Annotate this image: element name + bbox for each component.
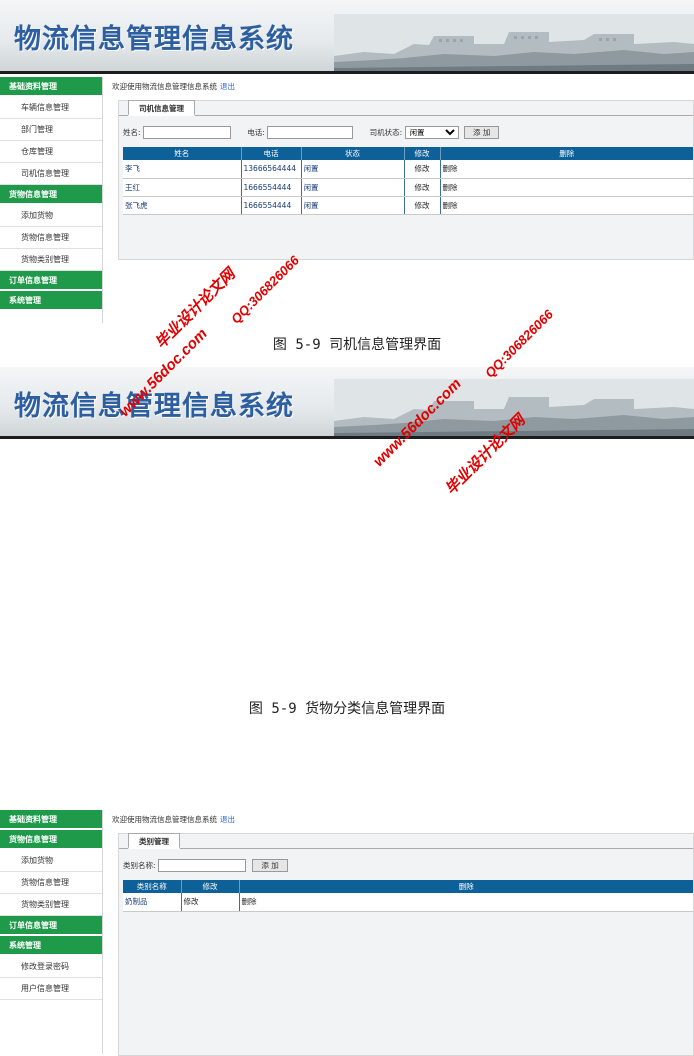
phone-input[interactable]	[267, 126, 354, 139]
sidebar-section-item-9[interactable]: 订单信息管理	[0, 271, 102, 291]
sidebar-section-item-0[interactable]: 基础资料管理	[0, 810, 102, 830]
edit-link[interactable]: 修改	[404, 196, 441, 215]
sidebar-section-item-6[interactable]: 系统管理	[0, 936, 102, 956]
driver-search-bar: 姓名: 电话: 司机状态: 闲置 添 加	[123, 126, 500, 139]
table-row: 张飞虎 1666554444 闲置 修改 删除	[123, 196, 693, 215]
logout-link[interactable]: 退出	[220, 82, 235, 91]
delete-link[interactable]: 删除	[440, 160, 693, 179]
table-cell: 1666554444	[241, 196, 302, 215]
tab-driver-management[interactable]: 司机信息管理	[128, 100, 195, 116]
column-header: 姓名	[123, 147, 242, 160]
sidebar-item-8[interactable]: 货物类别管理	[0, 249, 102, 271]
table-cell: 13666564444	[241, 160, 302, 179]
header-divider	[0, 71, 694, 74]
header-banner: 物流信息管理信息系统	[0, 367, 694, 439]
table-cell: 闲置	[301, 178, 405, 197]
welcome-text: 欢迎使用物流信息管理信息系统	[112, 82, 217, 91]
sidebar-item-2[interactable]: 部门管理	[0, 119, 102, 141]
column-header: 类别名称	[123, 880, 182, 893]
status-label: 司机状态:	[369, 128, 403, 137]
column-header: 删除	[440, 147, 693, 160]
driver-table: 姓名 电话 状态 修改 删除 李飞 13666564444 闲置 修改 删除 王红 16665544…	[123, 147, 693, 215]
edit-link[interactable]: 修改	[181, 893, 240, 912]
table-cell: 1666554444	[241, 178, 302, 197]
main-content: 欢迎使用物流信息管理信息系统 退出 司机信息管理 姓名: 电话: 司机状态: 闲置…	[112, 77, 694, 323]
sidebar-item-4[interactable]: 货物类别管理	[0, 894, 102, 916]
sidebar-item-6[interactable]: 添加货物	[0, 205, 102, 227]
sidebar-section-item-5[interactable]: 订单信息管理	[0, 916, 102, 936]
screenshot-driver-management: 物流信息管理信息系统 基础资料管理 车辆信息管理 部门管理 仓库管理 司机信息管理 货物信…	[0, 0, 694, 323]
table-row: 奶制品 修改 删除	[123, 893, 693, 912]
delete-link[interactable]: 删除	[239, 893, 693, 912]
screenshot-category-management: 物流信息管理信息系统 基础资料管理 货物信息管理 添加货物 货物信息管理 货物类别管理订…	[0, 367, 694, 1056]
sidebar-item-2[interactable]: 添加货物	[0, 850, 102, 872]
delete-link[interactable]: 删除	[440, 196, 693, 215]
table-header-row: 姓名 电话 状态 修改 删除	[123, 147, 693, 160]
header-divider	[0, 436, 694, 439]
add-category-button[interactable]: 添 加	[252, 859, 288, 872]
category-panel: 类别管理 类别名称: 添 加 类别名称 修改 删除 奶制品 修改 删除	[118, 833, 694, 1056]
sidebar-section-item-10[interactable]: 系统管理	[0, 291, 102, 311]
welcome-text: 欢迎使用物流信息管理信息系统	[112, 815, 217, 824]
sidebar-item-3[interactable]: 货物信息管理	[0, 872, 102, 894]
table-cell: 张飞虎	[123, 196, 242, 215]
edit-link[interactable]: 修改	[404, 178, 441, 197]
table-cell: 奶制品	[123, 893, 182, 912]
welcome-bar: 欢迎使用物流信息管理信息系统 退出	[112, 814, 235, 825]
table-cell: 闲置	[301, 160, 405, 179]
figure-caption-2: 图 5-9 货物分类信息管理界面	[248, 701, 446, 717]
sidebar-item-7[interactable]: 货物信息管理	[0, 227, 102, 249]
edit-link[interactable]: 修改	[404, 160, 441, 179]
column-header: 电话	[241, 147, 302, 160]
column-header: 状态	[301, 147, 405, 160]
figure-caption-1: 图 5-9 司机信息管理界面	[272, 337, 442, 353]
name-label: 姓名:	[123, 128, 141, 137]
header-banner: 物流信息管理信息系统	[0, 0, 694, 74]
column-header: 修改	[181, 880, 240, 893]
sidebar-item-7[interactable]: 修改登录密码	[0, 956, 102, 978]
column-header: 修改	[404, 147, 441, 160]
sidebar-menu: 基础资料管理 车辆信息管理 部门管理 仓库管理 司机信息管理 货物信息管理 添加货物 货物信息…	[0, 77, 103, 323]
category-name-label: 类别名称:	[123, 861, 156, 870]
status-select[interactable]: 闲置	[404, 126, 459, 139]
welcome-bar: 欢迎使用物流信息管理信息系统 退出	[112, 81, 235, 92]
sidebar-item-3[interactable]: 仓库管理	[0, 141, 102, 163]
table-row: 王红 1666554444 闲置 修改 删除	[123, 178, 693, 197]
logout-link[interactable]: 退出	[220, 815, 235, 824]
delete-link[interactable]: 删除	[440, 178, 693, 197]
add-driver-button[interactable]: 添 加	[463, 126, 500, 139]
sidebar-item-8[interactable]: 用户信息管理	[0, 978, 102, 1000]
sidebar-menu: 基础资料管理 货物信息管理 添加货物 货物信息管理 货物类别管理 订单信息管理 系统管理 修改…	[0, 810, 103, 1054]
main-content: 欢迎使用物流信息管理信息系统 退出 类别管理 类别名称: 添 加 类别名称 修改 删除…	[112, 810, 694, 1056]
table-header-row: 类别名称 修改 删除	[123, 880, 693, 893]
tab-divider	[119, 848, 693, 849]
tab-divider	[119, 115, 693, 116]
table-cell: 王红	[123, 178, 242, 197]
table-cell: 李飞	[123, 160, 242, 179]
table-cell: 闲置	[301, 196, 405, 215]
sidebar-item-1[interactable]: 车辆信息管理	[0, 97, 102, 119]
app-title: 物流信息管理信息系统	[14, 24, 294, 55]
name-input[interactable]	[142, 126, 231, 139]
building-skyline-image	[334, 14, 694, 74]
sidebar-section-item-5[interactable]: 货物信息管理	[0, 185, 102, 205]
category-name-input[interactable]	[157, 859, 246, 872]
sidebar-section-item-1[interactable]: 货物信息管理	[0, 830, 102, 850]
phone-label: 电话:	[247, 128, 265, 137]
driver-panel: 司机信息管理 姓名: 电话: 司机状态: 闲置 添 加 姓名 电话 状态 修改 删除 李…	[118, 100, 694, 260]
sidebar-section-item-0[interactable]: 基础资料管理	[0, 77, 102, 97]
tab-category-management[interactable]: 类别管理	[128, 833, 180, 849]
table-row: 李飞 13666564444 闲置 修改 删除	[123, 160, 693, 179]
category-search-bar: 类别名称: 添 加	[123, 859, 288, 872]
sidebar-item-4[interactable]: 司机信息管理	[0, 163, 102, 185]
column-header: 删除	[239, 880, 693, 893]
category-table: 类别名称 修改 删除 奶制品 修改 删除	[123, 880, 693, 912]
